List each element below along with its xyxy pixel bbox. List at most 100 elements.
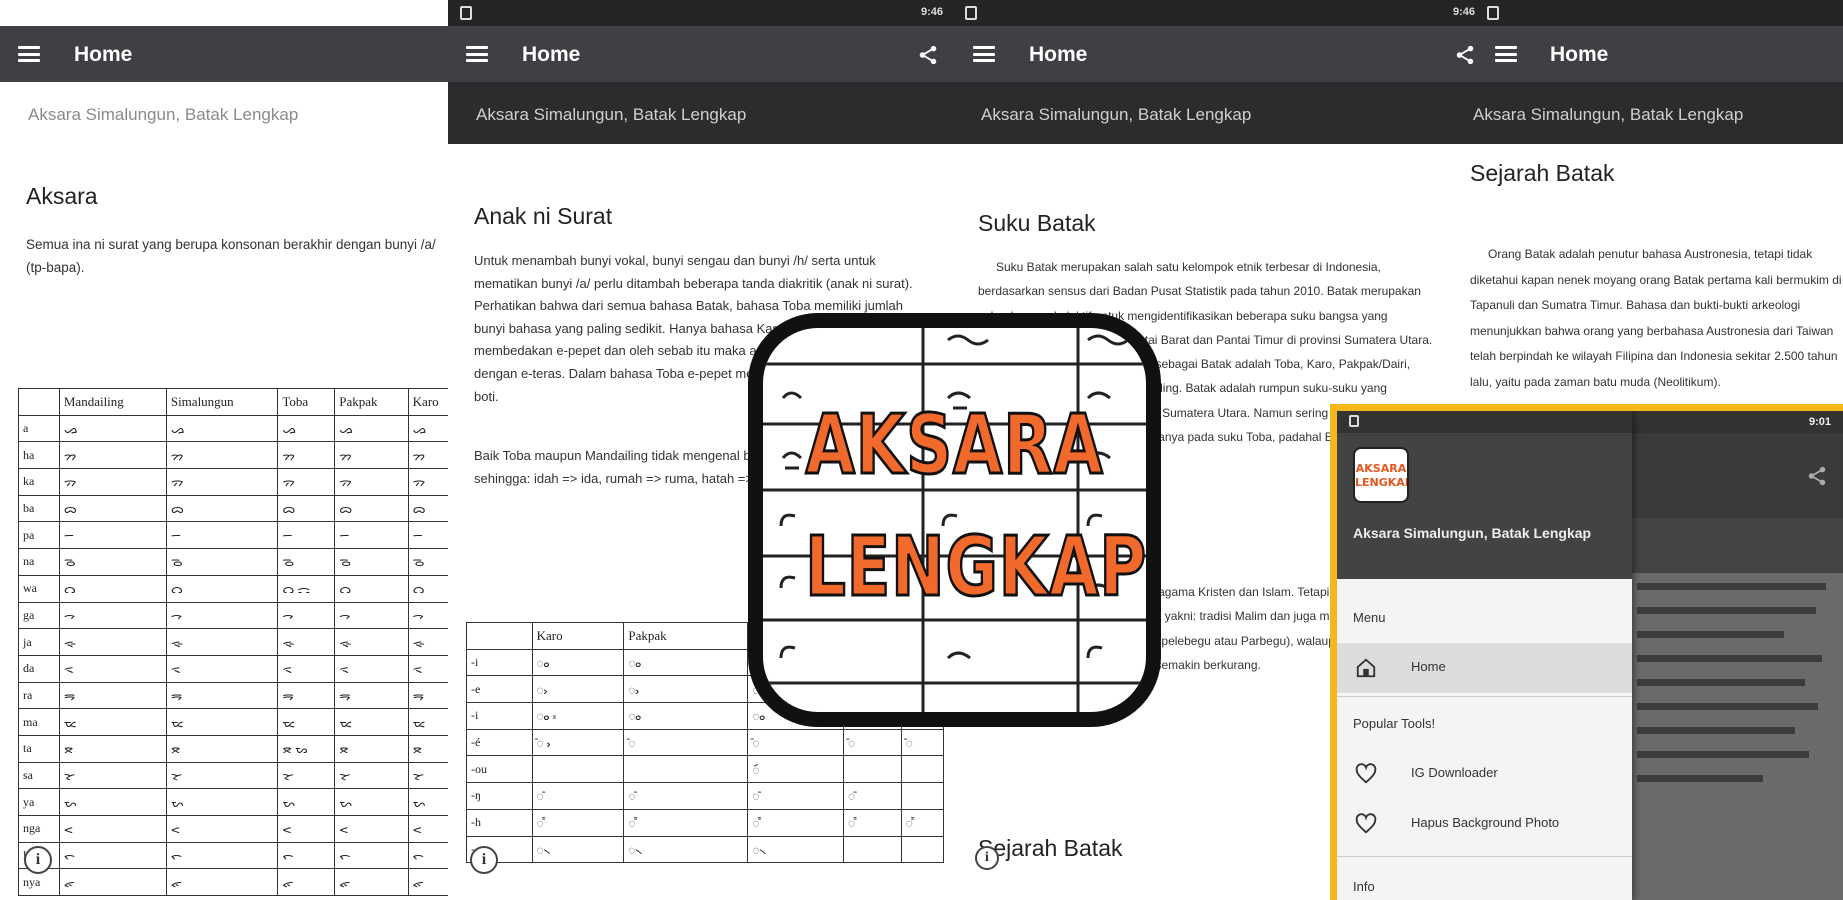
table-cell: ᯘ bbox=[334, 761, 409, 790]
share-icon[interactable] bbox=[916, 44, 940, 66]
status-time: 9:01 bbox=[1808, 416, 1831, 428]
table-cell: ᯠ bbox=[334, 868, 409, 897]
table-cell: ᯑ bbox=[277, 654, 336, 683]
table-cell: ᯂ bbox=[407, 441, 448, 470]
table-cell: ᯧ bbox=[531, 675, 625, 704]
table-cell: -e bbox=[466, 675, 533, 704]
table-cell: ᯪ bbox=[623, 648, 749, 677]
table-cell: ᯱ bbox=[623, 808, 749, 837]
table-cell: ᯝ bbox=[334, 815, 409, 843]
table-cell: -i bbox=[466, 648, 533, 677]
table-header-cell: Karo bbox=[531, 622, 625, 650]
table-cell: ᯰ bbox=[623, 782, 749, 810]
table-cell bbox=[900, 835, 945, 864]
drawer-item-ig-downloader[interactable]: IG Downloader bbox=[1337, 749, 1632, 799]
screen-aksara: Home Aksara Simalungun, Batak Lengkap Ak… bbox=[0, 0, 448, 900]
menu-icon[interactable] bbox=[466, 46, 488, 62]
table-cell: ᯑ bbox=[407, 654, 448, 683]
table-cell: ᯰ bbox=[531, 782, 625, 810]
table-cell: ᯠ bbox=[58, 868, 167, 897]
table-row: nga ᯝ ᯝ ᯝ ᯝ ᯝ bbox=[18, 815, 448, 843]
logo-text-line1: AKSARA bbox=[804, 397, 1104, 495]
table-cell: ᯇ bbox=[334, 521, 409, 550]
table-cell: nga bbox=[18, 815, 60, 843]
menu-icon[interactable] bbox=[18, 46, 40, 62]
aksara-table: Mandailing Simalungun Toba Pakpak Karo a ᯀ ᯀ ᯀ ᯀ ᯀ… bbox=[18, 388, 448, 897]
drawer-item-label: IG Downloader bbox=[1411, 765, 1498, 780]
menu-icon[interactable] bbox=[1495, 46, 1517, 62]
table-cell bbox=[623, 755, 749, 784]
battery-icon bbox=[1349, 415, 1359, 427]
heart-icon bbox=[1355, 813, 1377, 834]
table-row: -᯲᯲᯲ bbox=[466, 835, 945, 864]
table-cell: ᯅ bbox=[58, 494, 167, 523]
drawer-section-popular: Popular Tools! bbox=[1353, 716, 1436, 731]
share-icon[interactable] bbox=[1805, 465, 1829, 487]
app-logo: AKSARA LENGKAP bbox=[748, 313, 1161, 727]
section-heading-2: Sejarah Batak bbox=[978, 835, 1123, 861]
battery-icon bbox=[1487, 6, 1499, 20]
table-cell: ᯋ bbox=[334, 574, 409, 603]
table-cell: ᯉ bbox=[407, 548, 448, 576]
table-cell: ᯒ bbox=[334, 681, 409, 710]
drawer-section-menu: Menu bbox=[1353, 610, 1386, 625]
table-cell: -é bbox=[466, 728, 533, 757]
table-row: laᯞᯞᯞᯞᯞ bbox=[18, 841, 448, 870]
info-icon[interactable]: i bbox=[24, 846, 52, 874]
table-cell: ᯐ bbox=[58, 628, 167, 656]
section-heading: Aksara bbox=[26, 183, 98, 209]
info-icon[interactable]: i bbox=[975, 846, 999, 870]
table-cell: ja bbox=[18, 628, 60, 656]
table-cell: ᯇ bbox=[407, 521, 448, 550]
table-cell: ᯪ bbox=[531, 648, 625, 677]
table-cell: ᯠ bbox=[165, 868, 279, 897]
drawer-item-hapus-background[interactable]: Hapus Background Photo bbox=[1337, 799, 1632, 849]
table-row: ka ᯄ ᯄ ᯄ ᯄ ᯄ bbox=[18, 468, 448, 496]
table-cell: ᯔ bbox=[277, 708, 336, 736]
table-cell: ᯩ bbox=[747, 728, 845, 757]
table-cell: ᯄ bbox=[277, 468, 336, 496]
table-cell: ᯑ bbox=[165, 654, 279, 683]
table-cell: ᯎ bbox=[165, 601, 279, 630]
table-cell: ᯯ bbox=[747, 755, 845, 784]
table-cell: ᯉ bbox=[58, 548, 167, 576]
table-cell: ᯘ bbox=[58, 761, 167, 790]
table-cell: ᯅ bbox=[277, 494, 336, 523]
menu-icon[interactable] bbox=[973, 46, 995, 62]
table-cell bbox=[900, 755, 945, 784]
divider bbox=[1337, 696, 1632, 697]
battery-icon bbox=[460, 6, 472, 20]
drawer-title: Aksara Simalungun, Batak Lengkap bbox=[1353, 525, 1592, 541]
drawer-item-label: Home bbox=[1411, 659, 1446, 674]
table-cell: ᯒ bbox=[58, 681, 167, 710]
table-cell: ᯇ bbox=[58, 521, 167, 550]
table-header-row: Mandailing Simalungun Toba Pakpak Karo bbox=[18, 388, 448, 416]
table-cell: ᯎ bbox=[407, 601, 448, 630]
table-row: sa ᯘ ᯘ ᯘ ᯘ ᯘ bbox=[18, 761, 448, 790]
table-cell: ᯱ bbox=[747, 808, 845, 837]
table-cell: ᯲ bbox=[747, 835, 845, 864]
status-time: 9:46 bbox=[1453, 6, 1476, 18]
table-cell: -ŋ bbox=[466, 782, 533, 810]
table-cell: ᯰ bbox=[843, 782, 902, 810]
table-cell: ᯞ bbox=[407, 841, 448, 870]
drawer-item-home[interactable]: Home bbox=[1337, 643, 1632, 693]
table-cell: ᯠ bbox=[277, 868, 336, 897]
status-time: 9:46 bbox=[920, 6, 943, 18]
app-bar-title: Home bbox=[1029, 43, 1088, 66]
table-cell: ᯒ bbox=[407, 681, 448, 710]
table-cell: ᯝ bbox=[165, 815, 279, 843]
table-cell: ᯛ bbox=[277, 788, 336, 816]
table-cell: ᯀ bbox=[334, 414, 409, 443]
table-header-cell: Pakpak bbox=[334, 388, 409, 416]
table-cell: ᯘ bbox=[277, 761, 336, 790]
info-icon[interactable]: i bbox=[470, 846, 498, 874]
share-icon[interactable] bbox=[1453, 44, 1477, 66]
table-cell: ᯘ bbox=[165, 761, 279, 790]
status-bar: 9:46 bbox=[448, 0, 953, 26]
navigation-drawer: AKSARA LENGKAP Aksara Simalungun, Batak … bbox=[1337, 411, 1632, 900]
table-cell: ᯞ bbox=[58, 841, 167, 870]
table-cell: ta bbox=[18, 734, 60, 763]
table-cell: ᯖ bbox=[58, 734, 167, 763]
table-cell: -i bbox=[466, 702, 533, 730]
